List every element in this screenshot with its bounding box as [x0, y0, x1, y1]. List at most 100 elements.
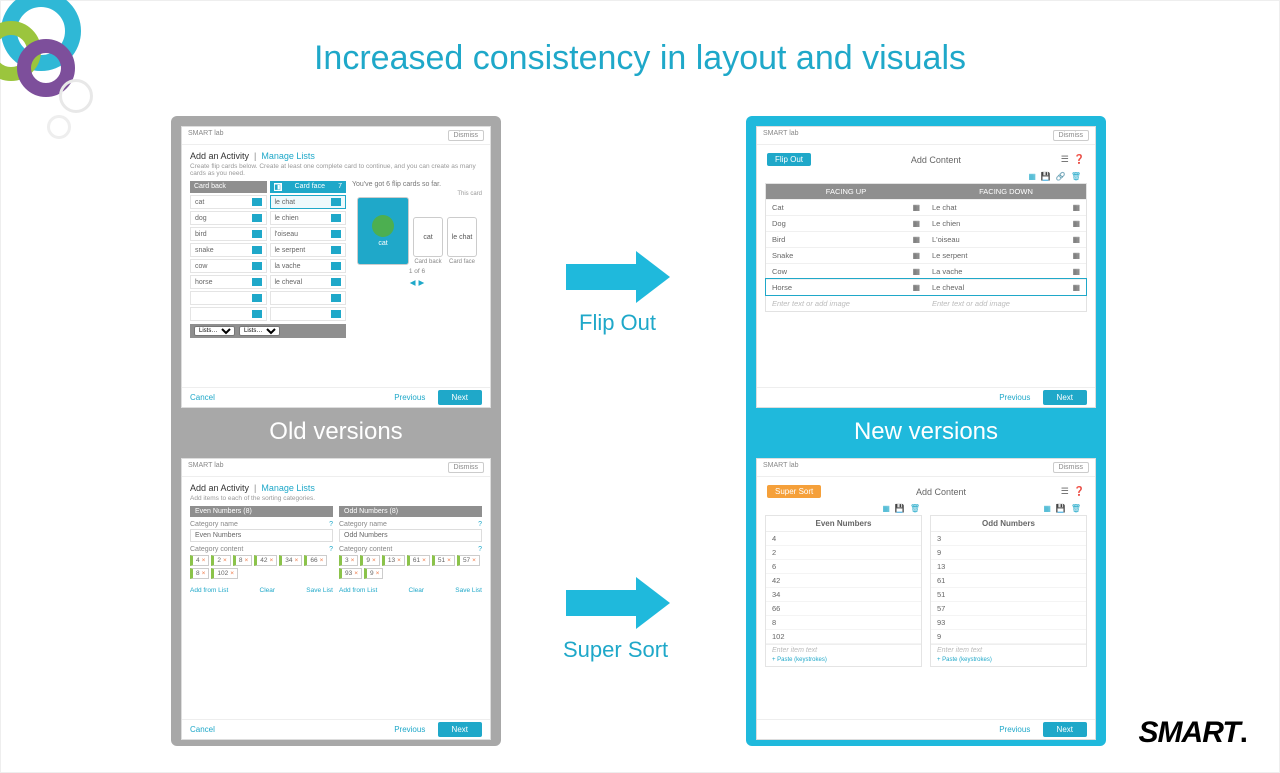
image-icon[interactable]: ▦ — [912, 251, 920, 260]
add-from-list-link[interactable]: Add from List — [339, 587, 377, 594]
chip[interactable]: 9 × — [360, 555, 379, 566]
card-back-cell[interactable]: horse — [190, 275, 267, 289]
list-item[interactable]: 9 — [931, 546, 1086, 560]
card-back-cell[interactable] — [190, 307, 267, 321]
list-item[interactable]: 102 — [766, 630, 921, 644]
category1-name-input[interactable]: Even Numbers — [190, 529, 333, 542]
image-icon[interactable]: ▦ — [1072, 267, 1080, 276]
table-row[interactable]: Cat▦Le chat▦ — [766, 199, 1086, 215]
settings-icon[interactable]: ☰ — [1061, 486, 1069, 497]
previous-link[interactable]: Previous — [999, 725, 1030, 734]
dismiss-button[interactable]: Dismiss — [1053, 462, 1090, 473]
list-item[interactable]: 8 — [766, 616, 921, 630]
chip[interactable]: 13 × — [382, 555, 405, 566]
prev-card-icon[interactable]: ◀ — [410, 278, 416, 287]
enter-item-placeholder[interactable]: Enter item text — [931, 644, 1086, 656]
image-icon[interactable]: ▦ — [1072, 283, 1080, 292]
next-button[interactable]: Next — [438, 390, 482, 405]
dismiss-button[interactable]: Dismiss — [448, 462, 485, 473]
trash-icon[interactable]: 🗑 — [910, 504, 920, 513]
next-card-icon[interactable]: ▶ — [419, 278, 425, 287]
chip[interactable]: 3 × — [339, 555, 358, 566]
cancel-link[interactable]: Cancel — [190, 393, 215, 402]
card-back-cell[interactable]: snake — [190, 243, 267, 257]
card-face-cell[interactable]: le chat — [270, 195, 347, 209]
clear-link[interactable]: Clear — [409, 587, 425, 594]
card-back-cell[interactable]: cow — [190, 259, 267, 273]
chip[interactable]: 2 × — [211, 555, 230, 566]
card-face-cell[interactable] — [270, 307, 347, 321]
cancel-link[interactable]: Cancel — [190, 725, 215, 734]
chip[interactable]: 42 × — [254, 555, 277, 566]
tab-add-activity[interactable]: Add an Activity — [190, 151, 249, 161]
previous-link[interactable]: Previous — [999, 393, 1030, 402]
save-icon[interactable]: 💾 — [1041, 172, 1051, 181]
add-from-list-link[interactable]: Add from List — [190, 587, 228, 594]
card-back-cell[interactable] — [190, 291, 267, 305]
list-item[interactable]: 4 — [766, 532, 921, 546]
help-icon[interactable]: ❓ — [1074, 486, 1085, 497]
chip[interactable]: 9 × — [364, 568, 383, 579]
list-item[interactable]: 57 — [931, 602, 1086, 616]
save-list-link[interactable]: Save List — [455, 587, 482, 594]
card-face-cell[interactable]: l'oiseau — [270, 227, 347, 241]
category2-name-input[interactable]: Odd Numbers — [339, 529, 482, 542]
list-item[interactable]: 34 — [766, 588, 921, 602]
list-item[interactable]: 3 — [931, 532, 1086, 546]
next-button[interactable]: Next — [1043, 390, 1087, 405]
table-row[interactable]: Dog▦Le chien▦ — [766, 215, 1086, 231]
image-icon[interactable]: ▦ — [1072, 251, 1080, 260]
save-icon[interactable]: 💾 — [1056, 504, 1066, 513]
image-icon[interactable]: ▦ — [912, 235, 920, 244]
save-icon[interactable]: 💾 — [895, 504, 905, 513]
chip[interactable]: 102 × — [211, 568, 238, 579]
chip[interactable]: 51 × — [432, 555, 455, 566]
card-face-cell[interactable]: le chien — [270, 211, 347, 225]
card-face-cell[interactable]: le cheval — [270, 275, 347, 289]
list-item[interactable]: 2 — [766, 546, 921, 560]
image-icon[interactable]: ▦ — [912, 203, 920, 212]
dismiss-button[interactable]: Dismiss — [1053, 130, 1090, 141]
image-icon[interactable]: ▦ — [912, 283, 920, 292]
placeholder-up[interactable]: Enter text or add image — [772, 299, 850, 308]
chip[interactable]: 57 × — [457, 555, 480, 566]
paste-hint[interactable]: + Paste (keystrokes) — [766, 656, 921, 666]
table-row[interactable]: Snake▦Le serpent▦ — [766, 247, 1086, 263]
enter-item-placeholder[interactable]: Enter item text — [766, 644, 921, 656]
table-row[interactable]: Bird▦L'oiseau▦ — [766, 231, 1086, 247]
card-face-cell[interactable]: le serpent — [270, 243, 347, 257]
chip[interactable]: 61 × — [407, 555, 430, 566]
image-icon[interactable]: ▦ — [1043, 504, 1051, 513]
tab-manage-lists[interactable]: Manage Lists — [261, 483, 315, 493]
image-icon[interactable]: ▦ — [1072, 203, 1080, 212]
list-item[interactable]: 13 — [931, 560, 1086, 574]
lists-select-face[interactable]: Lists… — [239, 326, 280, 336]
link-icon[interactable]: 🔗 — [1056, 172, 1066, 181]
image-icon[interactable]: ▦ — [1072, 235, 1080, 244]
next-button[interactable]: Next — [438, 722, 482, 737]
settings-icon[interactable]: ☰ — [1061, 154, 1069, 165]
image-icon[interactable]: ▦ — [1072, 219, 1080, 228]
image-icon[interactable]: ▦ — [1028, 172, 1036, 181]
card-back-cell[interactable]: cat — [190, 195, 267, 209]
card-back-cell[interactable]: bird — [190, 227, 267, 241]
list-item[interactable]: 61 — [931, 574, 1086, 588]
clear-link[interactable]: Clear — [260, 587, 276, 594]
chip[interactable]: 8 × — [190, 568, 209, 579]
chip[interactable]: 4 × — [190, 555, 209, 566]
image-icon[interactable]: ▦ — [882, 504, 890, 513]
chip[interactable]: 66 × — [304, 555, 327, 566]
previous-link[interactable]: Previous — [394, 725, 425, 734]
previous-link[interactable]: Previous — [394, 393, 425, 402]
trash-icon[interactable]: 🗑 — [1071, 172, 1081, 181]
list-item[interactable]: 6 — [766, 560, 921, 574]
image-icon[interactable]: ▦ — [912, 219, 920, 228]
list-item[interactable]: 42 — [766, 574, 921, 588]
list-item[interactable]: 51 — [931, 588, 1086, 602]
table-row[interactable]: Horse▦Le cheval▦ — [766, 279, 1086, 295]
list-item[interactable]: 66 — [766, 602, 921, 616]
tab-manage-lists[interactable]: Manage Lists — [261, 151, 315, 161]
list-item[interactable]: 93 — [931, 616, 1086, 630]
table-row[interactable]: Cow▦La vache▦ — [766, 263, 1086, 279]
card-face-cell[interactable] — [270, 291, 347, 305]
